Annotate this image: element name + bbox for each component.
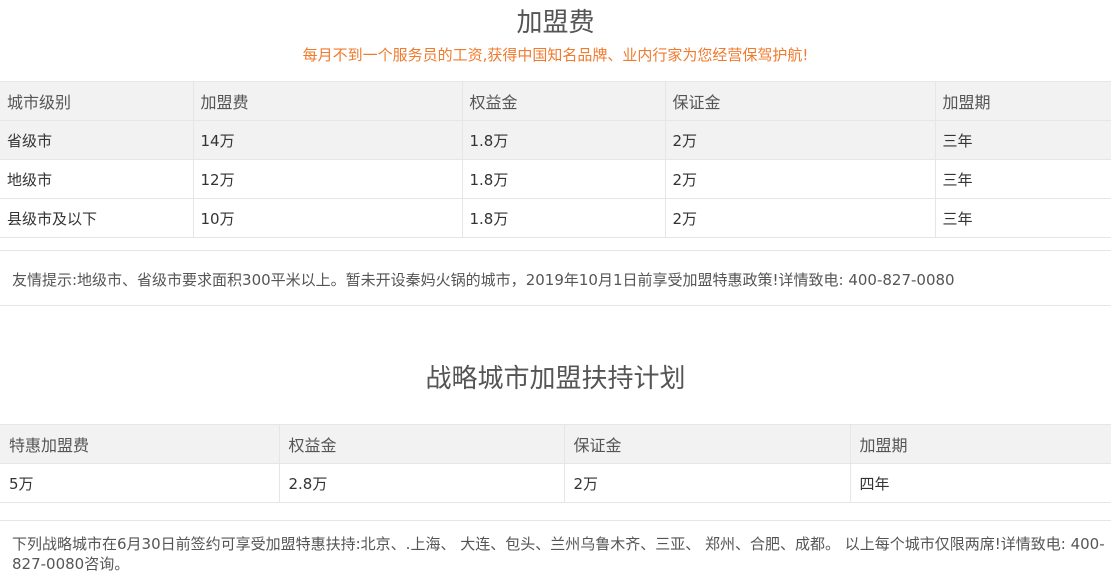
header-royalty: 权益金 bbox=[461, 81, 666, 121]
table-cell: 三年 bbox=[934, 159, 1111, 199]
strategic-plan-table: 特惠加盟费 权益金 保证金 加盟期 5万 2.8万 2万 四年 bbox=[0, 424, 1111, 503]
table-cell: 县级市及以下 bbox=[0, 198, 194, 238]
header-franchise-fee: 加盟费 bbox=[192, 81, 463, 121]
header-deposit: 保证金 bbox=[664, 81, 936, 121]
header-term: 加盟期 bbox=[934, 81, 1111, 121]
fee-table-header: 城市级别 加盟费 权益金 保证金 加盟期 bbox=[0, 81, 1111, 121]
table-cell: 三年 bbox=[934, 120, 1111, 160]
table-cell: 2.8万 bbox=[278, 463, 565, 503]
table-row: 省级市 14万 1.8万 2万 三年 bbox=[0, 120, 1111, 160]
header-city-level: 城市级别 bbox=[0, 81, 194, 121]
table-cell: 2万 bbox=[563, 463, 851, 503]
table-cell: 1.8万 bbox=[461, 120, 666, 160]
table-cell: 5万 bbox=[0, 463, 280, 503]
table-cell: 省级市 bbox=[0, 120, 194, 160]
fee-notice: 友情提示:地级市、省级市要求面积300平米以上。暂未开设秦妈火锅的城市，2019… bbox=[0, 250, 1111, 306]
fee-title: 加盟费 bbox=[516, 8, 595, 38]
header-deposit: 保证金 bbox=[563, 424, 851, 464]
table-row: 地级市 12万 1.8万 2万 三年 bbox=[0, 159, 1111, 199]
table-cell: 四年 bbox=[849, 463, 1111, 503]
strategic-cities-notice: 下列战略城市在6月30日前签约可享受加盟特惠扶持:北京、.上海、 大连、包头、兰… bbox=[0, 520, 1111, 580]
table-cell: 10万 bbox=[192, 198, 463, 238]
table-cell: 14万 bbox=[192, 120, 463, 160]
header-term: 加盟期 bbox=[849, 424, 1111, 464]
table-cell: 三年 bbox=[934, 198, 1111, 238]
fee-subtitle: 每月不到一个服务员的工资,获得中国知名品牌、业内行家为您经营保驾护航! bbox=[302, 46, 809, 64]
table-cell: 2万 bbox=[664, 198, 936, 238]
header-special-fee: 特惠加盟费 bbox=[0, 424, 280, 464]
table-row: 5万 2.8万 2万 四年 bbox=[0, 463, 1111, 503]
table-cell: 地级市 bbox=[0, 159, 194, 199]
table-cell: 2万 bbox=[664, 159, 936, 199]
strategic-table-header: 特惠加盟费 权益金 保证金 加盟期 bbox=[0, 424, 1111, 464]
table-row: 县级市及以下 10万 1.8万 2万 三年 bbox=[0, 198, 1111, 238]
table-cell: 1.8万 bbox=[461, 159, 666, 199]
fee-table: 城市级别 加盟费 权益金 保证金 加盟期 省级市 14万 1.8万 2万 三年 … bbox=[0, 81, 1111, 238]
strategic-plan-title: 战略城市加盟扶持计划 bbox=[425, 364, 686, 394]
table-cell: 1.8万 bbox=[461, 198, 666, 238]
table-cell: 12万 bbox=[192, 159, 463, 199]
table-cell: 2万 bbox=[664, 120, 936, 160]
header-royalty: 权益金 bbox=[278, 424, 565, 464]
